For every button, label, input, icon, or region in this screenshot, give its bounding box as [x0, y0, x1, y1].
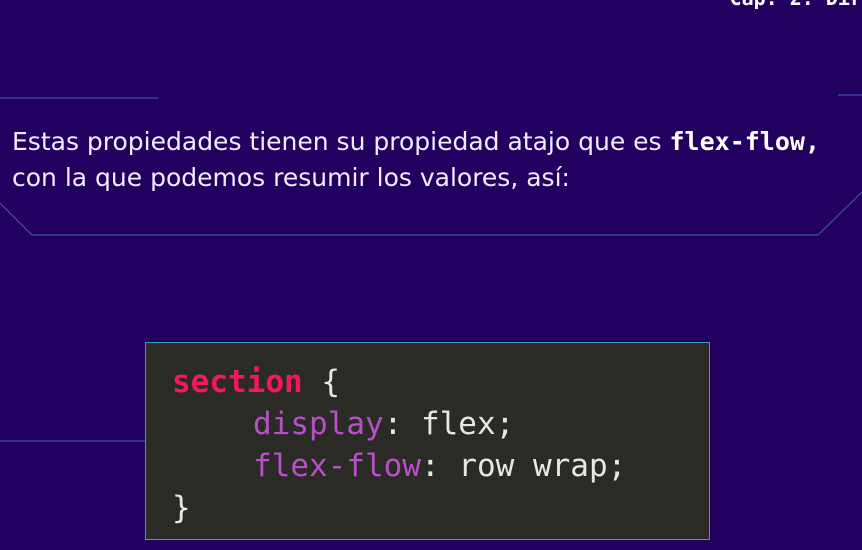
- chapter-label: Cap. 2. Dir: [730, 0, 862, 10]
- css-colon: :: [383, 406, 421, 442]
- code-line-close: }: [172, 487, 191, 529]
- close-brace: }: [172, 490, 191, 526]
- open-brace: {: [302, 364, 340, 400]
- paragraph-text: Estas propiedades tienen su propiedad at…: [12, 127, 670, 156]
- css-selector: section: [172, 364, 303, 400]
- css-value: row wrap;: [458, 448, 627, 484]
- slide: Cap. 2. Dir Estas propiedades tienen su …: [0, 0, 862, 550]
- code-line-declaration: flex-flow: row wrap;: [253, 445, 626, 487]
- css-property: display: [253, 406, 384, 442]
- css-property: flex-flow: [253, 448, 421, 484]
- paragraph-keyword: flex-flow,: [669, 127, 821, 156]
- frame-line-paragraph-bottom: [0, 191, 862, 236]
- code-line-declaration: display: flex;: [253, 403, 514, 445]
- paragraph-line-1: Estas propiedades tienen su propiedad at…: [12, 124, 862, 160]
- css-value: flex;: [420, 406, 515, 442]
- code-block: section { display: flex; flex-flow: row …: [145, 342, 710, 540]
- css-colon: :: [420, 448, 459, 484]
- paragraph-line-2: con la que podemos resumir los valores, …: [12, 163, 570, 192]
- code-line-selector: section {: [172, 361, 340, 403]
- slide-paragraph: Estas propiedades tienen su propiedad at…: [12, 124, 862, 196]
